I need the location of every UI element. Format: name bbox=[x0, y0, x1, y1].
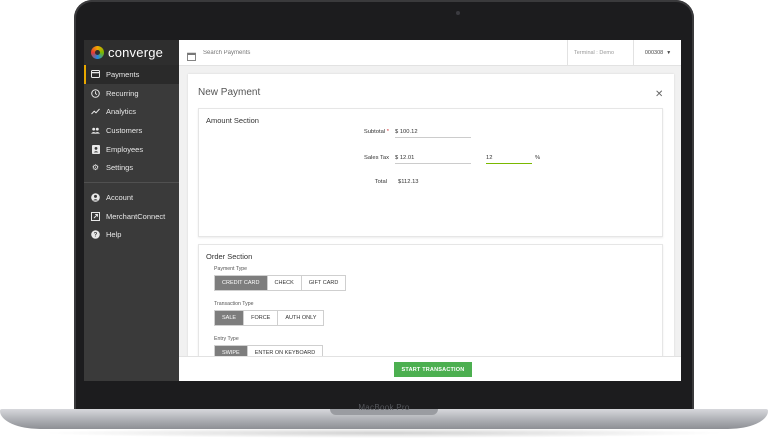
total-value: $112.13 bbox=[398, 179, 419, 185]
percent-sign: % bbox=[535, 155, 541, 161]
sidebar-item-label: Settings bbox=[106, 163, 134, 173]
amount-section-title: Amount Section bbox=[206, 116, 259, 125]
transaction-type-selector: SALE FORCE AUTH ONLY bbox=[214, 310, 325, 326]
people-icon bbox=[91, 126, 100, 135]
transaction-type-sale[interactable]: SALE bbox=[215, 311, 245, 325]
laptop-shadow bbox=[40, 428, 728, 438]
account-icon bbox=[91, 193, 100, 202]
gear-icon: ⚙ bbox=[91, 163, 100, 173]
device-brand-label: MacBook Pro bbox=[358, 403, 410, 412]
required-mark: * bbox=[386, 129, 389, 135]
amount-section: Amount Section Subtotal * $ 100.12 Sales… bbox=[198, 108, 663, 237]
payment-type-gift-card[interactable]: GIFT CARD bbox=[302, 276, 346, 290]
payment-type-check[interactable]: CHECK bbox=[268, 276, 302, 290]
sidebar-item-label: Account bbox=[106, 192, 134, 202]
sales-tax-field[interactable]: $ 12.01 bbox=[395, 153, 471, 164]
svg-text:?: ? bbox=[94, 233, 98, 239]
sidebar-item-help[interactable]: ? Help bbox=[84, 226, 179, 245]
sidebar-item-employees[interactable]: Employees bbox=[84, 140, 179, 159]
terminal-indicator: Terminal : Demo bbox=[567, 40, 620, 65]
sidebar-item-label: Employees bbox=[106, 144, 144, 154]
chevron-down-icon: ▼ bbox=[666, 49, 672, 56]
sidebar-item-recurring[interactable]: Recurring bbox=[84, 84, 179, 103]
sidebar-item-account[interactable]: Account bbox=[84, 188, 179, 207]
transaction-type-force[interactable]: FORCE bbox=[244, 311, 279, 325]
sidebar-item-analytics[interactable]: Analytics bbox=[84, 102, 179, 121]
sidebar-item-label: Analytics bbox=[106, 107, 137, 117]
sidebar-item-customers[interactable]: Customers bbox=[84, 121, 179, 140]
order-section-title: Order Section bbox=[206, 252, 253, 261]
badge-icon bbox=[91, 144, 100, 154]
sidebar-divider bbox=[84, 182, 179, 184]
entry-type-label: Entry Type bbox=[214, 336, 239, 342]
sidebar-item-payments[interactable]: Payments bbox=[84, 65, 179, 84]
help-icon: ? bbox=[91, 230, 100, 240]
subtotal-label-text: Subtotal bbox=[363, 129, 386, 135]
external-link-icon bbox=[91, 211, 100, 221]
new-payment-card: New Payment ✕ Amount Section Subtotal * … bbox=[188, 74, 674, 381]
camera-dot bbox=[456, 11, 460, 15]
sidebar-item-label: Recurring bbox=[106, 88, 139, 98]
total-label: Total bbox=[374, 179, 387, 185]
subtotal-label: Subtotal * bbox=[339, 129, 389, 135]
sidebar-item-label: Customers bbox=[106, 125, 143, 135]
account-number: 000308 bbox=[644, 49, 664, 56]
clock-icon bbox=[91, 88, 100, 98]
trend-icon bbox=[91, 107, 100, 116]
app-screen: converge Payments Recurring Analytics Cu… bbox=[84, 40, 681, 381]
sidebar: converge Payments Recurring Analytics Cu… bbox=[84, 40, 179, 381]
transaction-type-label: Transaction Type bbox=[214, 301, 254, 307]
calendar-icon[interactable] bbox=[187, 48, 196, 61]
sales-tax-label: Sales Tax bbox=[363, 155, 389, 161]
search-input[interactable] bbox=[201, 48, 565, 57]
sidebar-item-merchantconnect[interactable]: MerchantConnect bbox=[84, 207, 179, 226]
payment-type-credit-card[interactable]: CREDIT CARD bbox=[215, 276, 268, 290]
logo-text: converge bbox=[108, 45, 164, 60]
close-icon[interactable]: ✕ bbox=[655, 89, 663, 100]
action-footer: START TRANSACTION bbox=[179, 356, 681, 381]
start-transaction-button[interactable]: START TRANSACTION bbox=[394, 362, 472, 377]
subtotal-field[interactable]: $ 100.12 bbox=[395, 127, 471, 138]
account-dropdown[interactable]: 000308 ▼ bbox=[633, 40, 681, 65]
sidebar-item-label: MerchantConnect bbox=[106, 211, 166, 221]
sidebar-item-label: Payments bbox=[106, 69, 140, 79]
sidebar-item-label: Help bbox=[106, 230, 122, 240]
top-bar: Terminal : Demo 000308 ▼ bbox=[179, 40, 681, 66]
transaction-type-auth-only[interactable]: AUTH ONLY bbox=[278, 311, 323, 325]
logo-mark-icon bbox=[91, 46, 104, 59]
page-title: New Payment bbox=[198, 87, 261, 98]
app-logo[interactable]: converge bbox=[84, 40, 179, 65]
payment-type-selector: CREDIT CARD CHECK GIFT CARD bbox=[214, 275, 347, 291]
sidebar-item-settings[interactable]: ⚙ Settings bbox=[84, 158, 179, 177]
tax-rate-field[interactable]: 12 bbox=[486, 153, 532, 164]
card-icon bbox=[91, 70, 100, 79]
payment-type-label: Payment Type bbox=[214, 266, 248, 272]
